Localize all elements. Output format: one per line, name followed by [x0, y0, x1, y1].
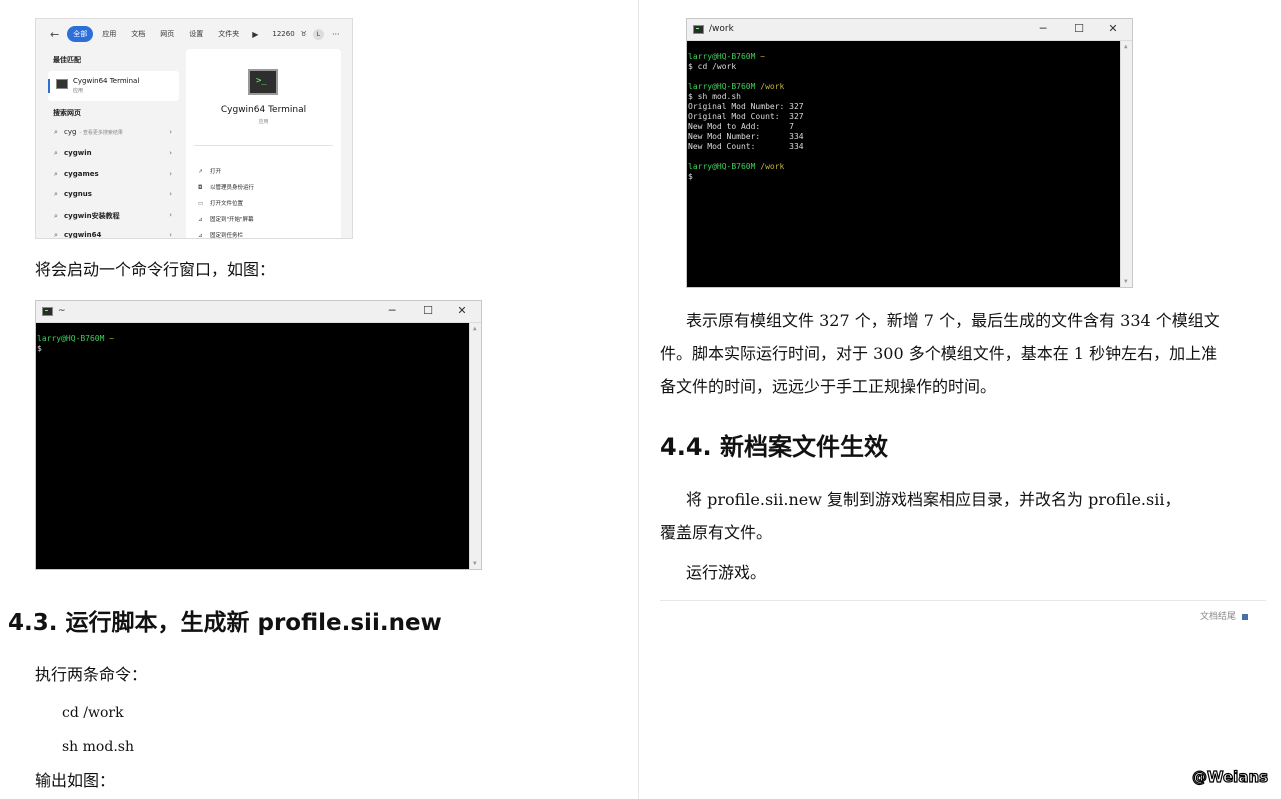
open-icon: ↗ — [198, 169, 203, 175]
search-results-pane: 最佳匹配 Cygwin64 Terminal 应用 搜索网页 ⌕ cyg - 查看更… — [36, 49, 181, 239]
tab-web: 网页 — [160, 30, 175, 38]
terminal-title-bar: /work ─ ☐ ✕ — [687, 19, 1132, 41]
action-open: ↗ 打开 — [198, 169, 222, 175]
best-match-sub: 应用 — [73, 88, 84, 94]
terminal-window-home: ~ ─ ☐ ✕ larry@HQ-B760M ~ $ ▲ ▼ — [35, 300, 482, 570]
terminal-icon — [56, 79, 68, 89]
search-result: ⌕ cyg - 查看更多搜索结果 › — [54, 128, 172, 136]
tab-apps: 应用 — [102, 30, 117, 38]
terminal-title-bar: ~ ─ ☐ ✕ — [36, 301, 481, 323]
search-result: ⌕ cygwin › — [54, 149, 172, 157]
search-result: ⌕ cygwin安装教程 › — [54, 211, 172, 220]
app-title: Cygwin64 Terminal — [220, 105, 307, 115]
action-run-admin: ◘ 以管理员身份运行 — [198, 185, 255, 191]
more-icon: ··· — [331, 29, 340, 39]
best-match-header: 最佳匹配 — [53, 56, 81, 64]
best-match-item: Cygwin64 Terminal 应用 — [48, 71, 179, 101]
search-tab-bar: ← 全部 应用 文档 网页 设置 文件夹 ▶ 12260 ♉ L ··· — [36, 19, 352, 49]
paragraph-result-line1: 表示原有模组文件 327 个，新增 7 个，最后生成的文件含有 334 个模组文 — [686, 311, 1220, 330]
scroll-down-icon: ▼ — [1124, 278, 1128, 285]
section-heading-4-3: 4.3. 运行脚本，生成新 profile.sii.new — [8, 610, 442, 636]
search-icon: ⌕ — [54, 149, 58, 157]
maximize-icon: ☐ — [1074, 22, 1084, 35]
paragraph-output: 输出如图： — [35, 771, 116, 790]
paragraph-copy-line2: 覆盖原有文件。 — [660, 523, 773, 542]
close-icon: ✕ — [1108, 22, 1118, 35]
best-match-title: Cygwin64 Terminal — [73, 77, 140, 85]
action-pin-start: ⊿ 固定到"开始"屏幕 — [198, 217, 254, 223]
watermark: @Weians — [1191, 767, 1269, 786]
selection-bar — [48, 79, 50, 93]
close-icon: ✕ — [457, 304, 467, 317]
paragraph-commands: 执行两条命令： — [35, 665, 148, 684]
scroll-down-icon: ▼ — [473, 560, 477, 567]
tab-all: 全部 — [67, 26, 94, 42]
chevron-right-icon: › — [169, 149, 172, 157]
search-icon: ⌕ — [54, 190, 58, 198]
chevron-right-icon: › — [169, 190, 172, 198]
search-icon: ⌕ — [54, 212, 58, 220]
chevron-right-icon: › — [169, 128, 172, 136]
app-subtitle: 应用 — [258, 119, 269, 125]
document-end-marker: 文档结尾 — [1200, 609, 1249, 622]
back-arrow-icon: ← — [50, 27, 60, 41]
command-sh: sh mod.sh — [62, 739, 134, 755]
pin-icon: ⊿ — [198, 233, 203, 239]
terminal-scrollbar: ▲ ▼ — [1120, 41, 1132, 287]
search-icon: ⌕ — [54, 128, 58, 136]
action-pin-taskbar: ⊿ 固定到任务栏 — [198, 233, 244, 239]
app-detail-pane: >_ Cygwin64 Terminal 应用 ↗ 打开 ◘ 以管理员身份运行 ▭ 打… — [186, 49, 341, 239]
folder-icon: ▭ — [198, 201, 204, 207]
column-divider — [638, 0, 639, 799]
tab-folders: 文件夹 — [218, 30, 240, 38]
search-result: ⌕ cygnus › — [54, 190, 172, 198]
tab-documents: 文档 — [131, 30, 146, 38]
end-rule — [660, 600, 1266, 601]
paragraph-run-game: 运行游戏。 — [686, 563, 767, 582]
terminal-window-work: /work ─ ☐ ✕ larry@HQ-B760M ~ $ cd /work … — [686, 18, 1133, 288]
paragraph-result-line2: 件。脚本实际运行时间，对于 300 多个模组文件，基本在 1 秒钟左右，加上准 — [660, 344, 1218, 363]
chevron-right-icon: › — [169, 211, 172, 219]
paragraph-result-line3: 备文件的时间，远远少于手工正规操作的时间。 — [660, 377, 997, 396]
web-search-header: 搜索网页 — [53, 109, 81, 117]
trophy-icon: ♉ — [300, 30, 307, 38]
search-result: ⌕ cygames › — [54, 170, 172, 178]
search-icon: ⌕ — [54, 231, 58, 239]
section-heading-4-4: 4.4. 新档案文件生效 — [660, 433, 888, 461]
windows-search-screenshot: ← 全部 应用 文档 网页 设置 文件夹 ▶ 12260 ♉ L ··· 最佳匹… — [35, 18, 353, 239]
square-icon — [1242, 613, 1249, 620]
scroll-up-icon: ▲ — [473, 325, 477, 332]
terminal-title: ~ — [58, 306, 66, 316]
avatar: L — [312, 28, 324, 40]
terminal-output: larry@HQ-B760M ~ $ — [37, 334, 115, 353]
play-icon: ▶ — [252, 29, 259, 39]
paragraph-launch: 将会启动一个命令行窗口，如图： — [35, 260, 276, 279]
action-open-location: ▭ 打开文件位置 — [198, 201, 244, 207]
terminal-icon — [42, 307, 53, 316]
minimize-icon: ─ — [388, 304, 396, 317]
terminal-scrollbar: ▲ ▼ — [469, 323, 481, 569]
paragraph-copy-line1: 将 profile.sii.new 复制到游戏档案相应目录，并改名为 profi… — [686, 490, 1181, 509]
search-icon: ⌕ — [54, 170, 58, 178]
terminal-icon — [693, 25, 704, 34]
chevron-right-icon: › — [169, 231, 172, 239]
scroll-up-icon: ▲ — [1124, 43, 1128, 50]
terminal-app-icon: >_ — [248, 69, 278, 95]
maximize-icon: ☐ — [423, 304, 433, 317]
chevron-right-icon: › — [169, 170, 172, 178]
reward-count: 12260 — [272, 30, 295, 38]
search-result: ⌕ cygwin64 › — [54, 231, 172, 239]
minimize-icon: ─ — [1039, 22, 1047, 35]
shield-icon: ◘ — [198, 185, 203, 191]
tab-settings: 设置 — [189, 30, 204, 38]
terminal-title: /work — [709, 24, 734, 34]
command-cd: cd /work — [62, 705, 124, 721]
pin-icon: ⊿ — [198, 217, 203, 223]
pane-separator — [194, 145, 333, 146]
terminal-output: larry@HQ-B760M ~ $ cd /work larry@HQ-B76… — [688, 52, 804, 181]
